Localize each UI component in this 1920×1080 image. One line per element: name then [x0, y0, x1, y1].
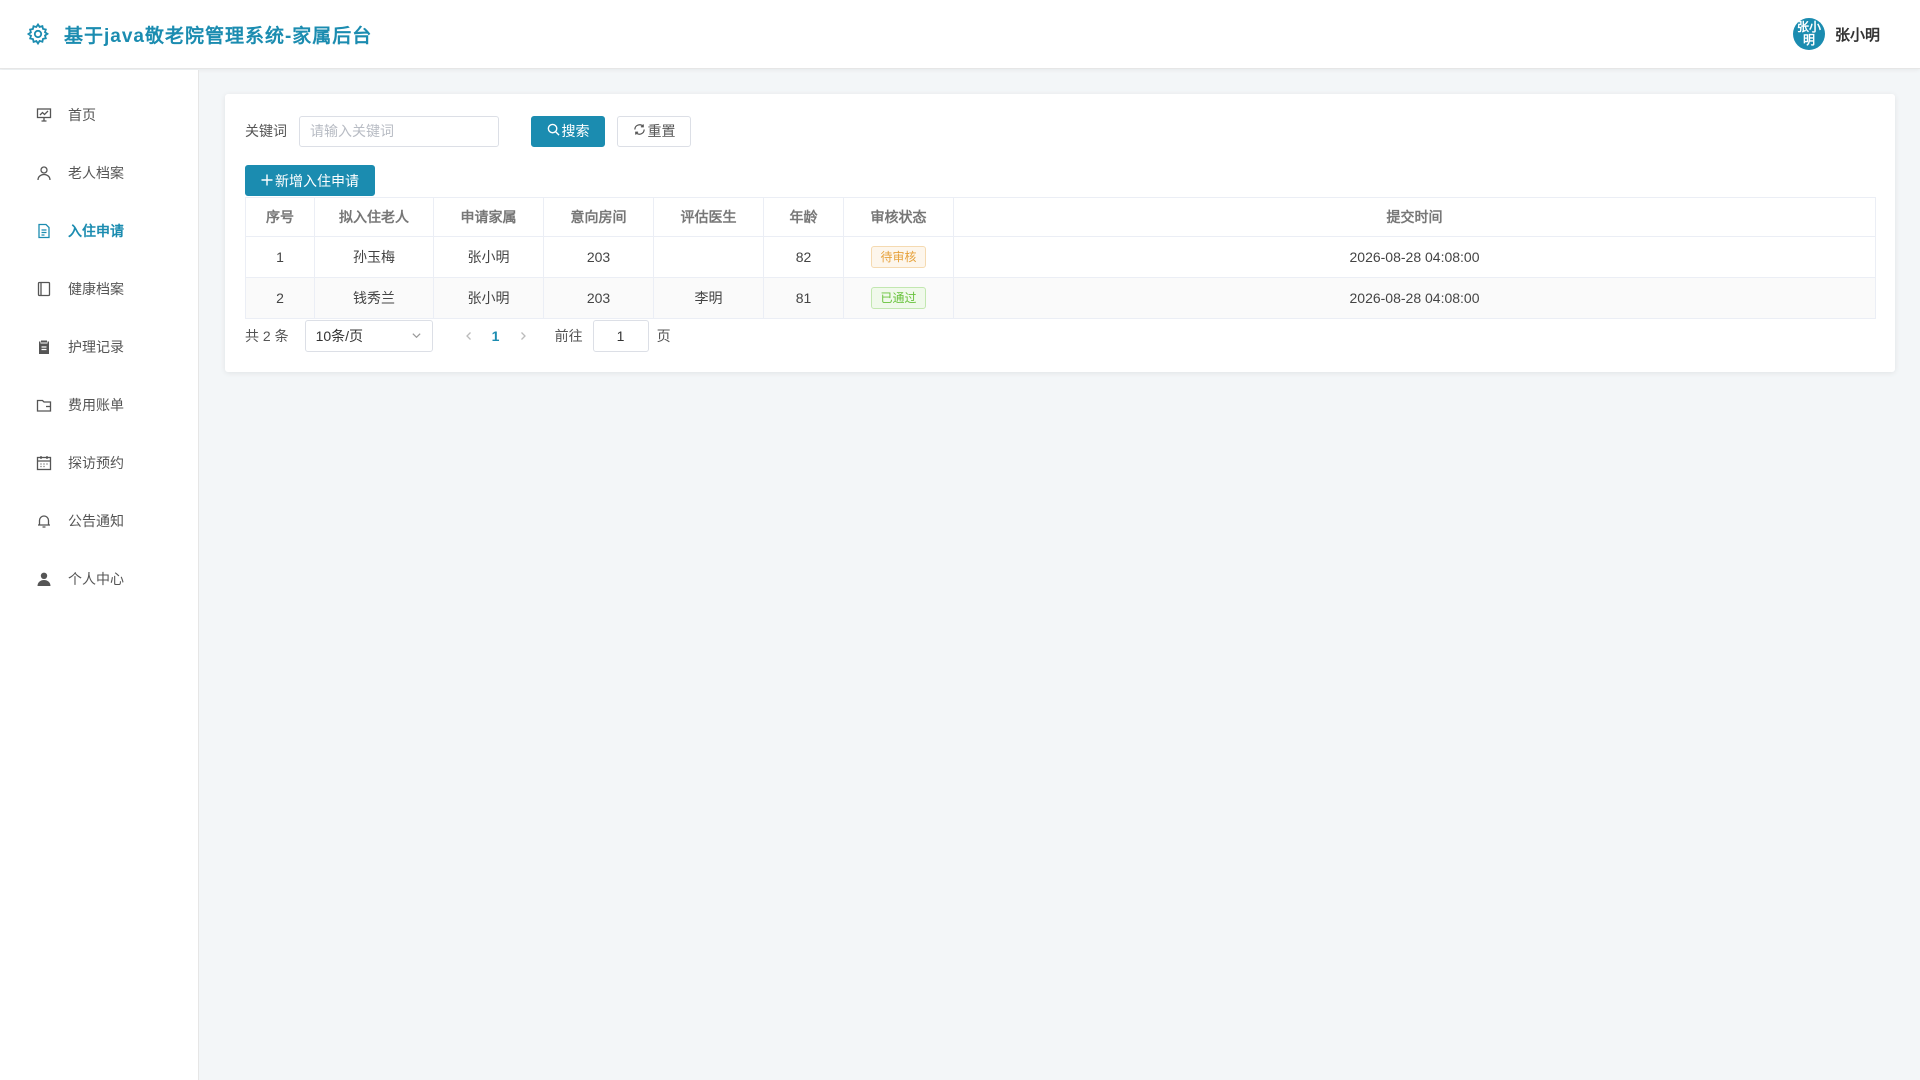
sidebar-item-care-records[interactable]: 护理记录: [0, 318, 198, 376]
column-header[interactable]: 审核状态: [843, 197, 954, 237]
add-admission-button[interactable]: 新增入住申请: [245, 165, 375, 196]
table-row[interactable]: 1 孙玉梅 张小明 203 82 待审核 2026-08-28 04:08:00: [245, 236, 1876, 278]
top-header: 基于java敬老院管理系统-家属后台 张小明 张小明: [0, 0, 1920, 69]
column-header[interactable]: 提交时间: [953, 197, 1876, 237]
cell-status: 待审核: [843, 236, 954, 278]
cell-age: 82: [763, 236, 844, 278]
total-count: 共 2 条: [245, 328, 289, 344]
sidebar-item-label: 入住申请: [68, 223, 124, 239]
wallet-icon: [34, 395, 54, 415]
reset-button-label: 重置: [647, 123, 676, 139]
search-button[interactable]: 搜索: [531, 115, 605, 147]
column-header[interactable]: 申请家属: [433, 197, 544, 237]
search-icon: [547, 123, 560, 139]
user-menu[interactable]: 张小明 张小明: [1792, 18, 1880, 50]
sidebar-item-label: 护理记录: [68, 339, 124, 355]
column-header[interactable]: 年龄: [763, 197, 844, 237]
cell-family: 张小明: [433, 236, 544, 278]
cell-doctor: [653, 236, 764, 278]
gear-icon: [24, 20, 52, 48]
next-page-button[interactable]: [511, 328, 535, 344]
cell-submitted: 2026-08-28 04:08:00: [953, 277, 1876, 319]
column-header[interactable]: 序号: [245, 197, 315, 237]
avatar[interactable]: 张小明: [1792, 18, 1825, 50]
goto-page-input[interactable]: [592, 320, 649, 352]
keyword-label: 关键词: [245, 123, 287, 139]
cell-submitted: 2026-08-28 04:08:00: [953, 236, 1876, 278]
sidebar-item-elder-records[interactable]: 老人档案: [0, 144, 198, 202]
cell-index: 1: [245, 236, 315, 278]
sidebar-menu: 首页 老人档案 入住申请 健康档案 护理记录 费用账单 探访预约 公告通知 个人…: [0, 70, 198, 608]
add-button-label: 新增入住申请: [275, 172, 359, 189]
pagination: 共 2 条 10条/页 1 前往 页: [245, 320, 671, 352]
presentation-chart-icon: [34, 105, 54, 125]
main-panel: 关键词 搜索 重置 新增入住申请 序号: [225, 94, 1895, 372]
cell-elder: 钱秀兰: [314, 277, 434, 319]
keyword-input[interactable]: [299, 115, 499, 147]
sidebar-item-label: 老人档案: [68, 165, 124, 181]
document-icon: [34, 221, 54, 241]
table-row[interactable]: 2 钱秀兰 张小明 203 李明 81 已通过 2026-08-28 04:08…: [245, 277, 1876, 319]
sidebar-item-health-records[interactable]: 健康档案: [0, 260, 198, 318]
column-header[interactable]: 意向房间: [543, 197, 654, 237]
table-header-row: 序号 拟入住老人 申请家属 意向房间 评估医生 年龄 审核状态 提交时间: [245, 197, 1876, 237]
goto-suffix: 页: [656, 328, 671, 344]
cell-elder: 孙玉梅: [314, 236, 434, 278]
goto-label: 前往: [554, 328, 583, 344]
username[interactable]: 张小明: [1835, 24, 1880, 45]
cell-doctor: 李明: [653, 277, 764, 319]
filter-bar: 关键词 搜索 重置: [245, 115, 691, 147]
cell-index: 2: [245, 277, 315, 319]
cell-family: 张小明: [433, 277, 544, 319]
cell-room: 203: [543, 236, 654, 278]
user-filled-icon: [34, 569, 54, 589]
admission-table: 序号 拟入住老人 申请家属 意向房间 评估医生 年龄 审核状态 提交时间 1 孙…: [245, 197, 1876, 319]
chevron-left-icon: [465, 332, 471, 340]
chevron-right-icon: [520, 332, 526, 340]
refresh-icon: [633, 123, 646, 139]
page-number-current[interactable]: 1: [481, 328, 511, 344]
sidebar-item-label: 健康档案: [68, 281, 124, 297]
plus-icon: [261, 173, 273, 189]
prev-page-button[interactable]: [457, 328, 481, 344]
notebook-icon: [34, 279, 54, 299]
sidebar-item-home[interactable]: 首页: [0, 86, 198, 144]
page-size-select[interactable]: 10条/页: [304, 320, 433, 352]
page-size-value: 10条/页: [315, 328, 364, 344]
bell-icon: [34, 511, 54, 531]
sidebar-item-notices[interactable]: 公告通知: [0, 492, 198, 550]
chevron-down-icon: [411, 328, 422, 344]
sidebar-item-label: 个人中心: [68, 571, 124, 587]
column-header[interactable]: 评估医生: [653, 197, 764, 237]
sidebar-item-profile[interactable]: 个人中心: [0, 550, 198, 608]
user-icon: [34, 163, 54, 183]
cell-room: 203: [543, 277, 654, 319]
sidebar-item-admission[interactable]: 入住申请: [0, 202, 198, 260]
sidebar-item-label: 费用账单: [68, 397, 124, 413]
reset-button[interactable]: 重置: [617, 115, 691, 147]
sidebar-item-visits[interactable]: 探访预约: [0, 434, 198, 492]
sidebar: 首页 老人档案 入住申请 健康档案 护理记录 费用账单 探访预约 公告通知 个人…: [0, 70, 199, 1080]
cell-status: 已通过: [843, 277, 954, 319]
calendar-icon: [34, 453, 54, 473]
sidebar-item-label: 首页: [68, 107, 96, 123]
sidebar-item-bills[interactable]: 费用账单: [0, 376, 198, 434]
clipboard-icon: [34, 337, 54, 357]
status-badge: 待审核: [871, 246, 926, 268]
column-header[interactable]: 拟入住老人: [314, 197, 434, 237]
search-button-label: 搜索: [561, 123, 590, 139]
cell-age: 81: [763, 277, 844, 319]
app-title: 基于java敬老院管理系统-家属后台: [64, 25, 373, 47]
sidebar-item-label: 公告通知: [68, 513, 124, 529]
sidebar-item-label: 探访预约: [68, 455, 124, 471]
status-badge: 已通过: [871, 287, 926, 309]
